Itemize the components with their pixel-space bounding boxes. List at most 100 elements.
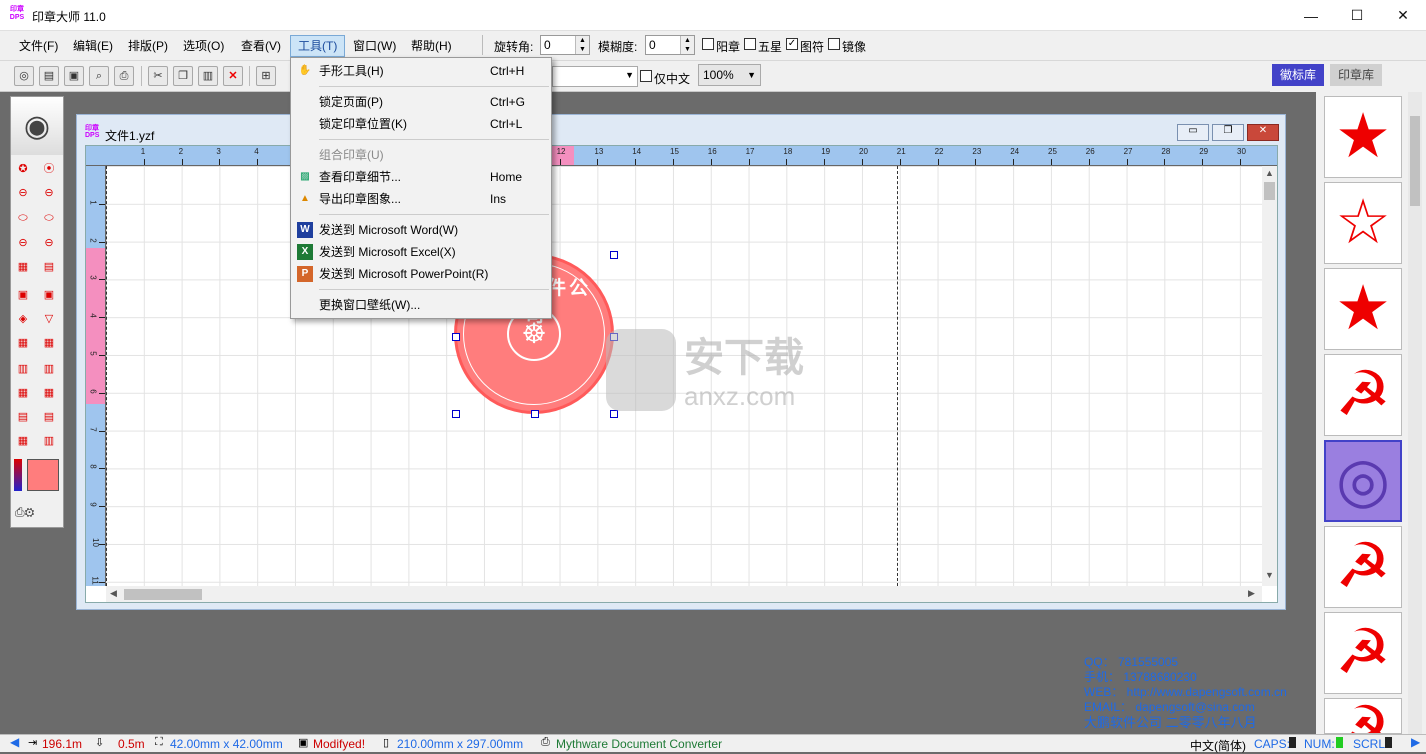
library-item[interactable]: ★ (1324, 268, 1402, 350)
spin-arrows-icon[interactable]: ▲ ▼ (575, 36, 589, 54)
menu-send-powerpoint[interactable]: P 发送到 Microsoft PowerPoint(R) (292, 263, 550, 285)
menu-edit[interactable]: 编辑(E) (66, 35, 120, 57)
menu-send-excel[interactable]: X 发送到 Microsoft Excel(X) (292, 241, 550, 263)
emblem-checkbox[interactable]: ✓ (786, 38, 798, 50)
chevron-down-icon[interactable]: ▼ (1265, 570, 1274, 580)
delete-icon[interactable]: ✕ (223, 66, 243, 86)
tab-seal-library[interactable]: 印章库 (1330, 64, 1383, 86)
cut-icon[interactable]: ✂ (148, 66, 168, 86)
doc-minimize-button[interactable]: ▭ (1177, 124, 1209, 141)
round-bar-icon[interactable]: ⊖ (14, 183, 32, 201)
table2-icon[interactable]: ▦ (40, 333, 58, 351)
minimize-button[interactable]: — (1288, 0, 1334, 31)
round-seal-icon[interactable]: ⦿ (40, 159, 58, 177)
rotate-input[interactable]: 0 ▲ ▼ (540, 35, 590, 55)
chevron-left-icon[interactable]: ◀ (110, 588, 117, 599)
preview-icon[interactable]: ⌕ (89, 66, 109, 86)
library-item[interactable]: ☭ (1324, 612, 1402, 694)
vertical-scrollbar[interactable]: ▲ ▼ (1262, 166, 1277, 586)
menu-change-wallpaper[interactable]: 更换窗口壁纸(W)... (292, 294, 550, 316)
play-icon[interactable]: ▶ (1411, 735, 1420, 749)
menu-tools[interactable]: 工具(T) (290, 35, 346, 57)
table5-icon[interactable]: ▦ (14, 383, 32, 401)
blur-input[interactable]: 0 ▲ ▼ (645, 35, 695, 55)
table-icon[interactable]: ▦ (14, 333, 32, 351)
menu-help[interactable]: 帮助(H) (404, 35, 459, 57)
library-item[interactable]: ☭ (1324, 526, 1402, 608)
align-icon[interactable]: ⊞ (256, 66, 276, 86)
table3-icon[interactable]: ▥ (14, 359, 32, 377)
new-icon[interactable]: ◎ (14, 66, 34, 86)
menu-send-word[interactable]: W 发送到 Microsoft Word(W) (292, 219, 550, 241)
oval-icon[interactable]: ⬭ (14, 209, 32, 227)
menu-window[interactable]: 窗口(W) (346, 35, 403, 57)
spin-arrows-icon[interactable]: ▲ ▼ (680, 36, 694, 54)
library-item[interactable]: ☭ (1324, 698, 1402, 734)
horizontal-scrollbar[interactable]: ◀ ▶ (106, 586, 1262, 602)
save-icon[interactable]: ▣ (64, 66, 84, 86)
oval2-icon[interactable]: ⬭ (40, 209, 58, 227)
close-button[interactable]: ✕ (1380, 0, 1426, 31)
menu-options[interactable]: 选项(O) (176, 35, 231, 57)
round-star-icon[interactable]: ✪ (14, 159, 32, 177)
scroll-thumb[interactable] (124, 589, 202, 600)
copy-icon[interactable]: ❐ (173, 66, 193, 86)
five-star-checkbox[interactable] (744, 38, 756, 50)
square2-icon[interactable]: ▣ (40, 285, 58, 303)
cn-only-checkbox[interactable] (640, 70, 652, 82)
printer-config-icon[interactable]: ⎙⚙ (15, 505, 61, 523)
grid-icon[interactable]: ▦ (14, 257, 32, 275)
table9-icon[interactable]: ▦ (14, 431, 32, 449)
oval-bar2-icon[interactable]: ⊖ (40, 233, 58, 251)
separator (319, 139, 549, 140)
chevron-right-icon[interactable]: ▶ (1248, 588, 1255, 599)
library-item-selected[interactable]: ◎ (1324, 440, 1402, 522)
round-bar2-icon[interactable]: ⊖ (40, 183, 58, 201)
arrow-left-icon[interactable]: ◀ (10, 735, 19, 749)
scroll-thumb[interactable] (1410, 116, 1420, 206)
color-gradient[interactable] (14, 459, 22, 491)
table8-icon[interactable]: ▤ (40, 407, 58, 425)
zoom-select[interactable]: 100% ▼ (698, 64, 761, 86)
maximize-button[interactable]: ☐ (1334, 0, 1380, 31)
contact-web: WEB： http://www.dapengsoft.com.cn (1084, 685, 1287, 699)
scroll-thumb[interactable] (1264, 182, 1275, 200)
selection-handle[interactable] (531, 410, 539, 418)
table7-icon[interactable]: ▤ (14, 407, 32, 425)
triangle-icon[interactable]: ▽ (40, 309, 58, 327)
menu-hand-tool[interactable]: ✋ 手形工具(H) Ctrl+H (292, 60, 550, 82)
doc-restore-button[interactable]: ❐ (1212, 124, 1244, 141)
print-icon[interactable]: ⎙ (114, 66, 134, 86)
font-select[interactable]: ▼ (552, 66, 638, 87)
menu-file[interactable]: 文件(F) (12, 35, 65, 57)
menu-export-image[interactable]: ▲ 导出印章图象... Ins (292, 188, 550, 210)
selection-handle[interactable] (452, 333, 460, 341)
eye-icon[interactable]: ◉ (11, 97, 63, 155)
menu-lock-page[interactable]: 锁定页面(P) Ctrl+G (292, 91, 550, 113)
oval-bar-icon[interactable]: ⊖ (14, 233, 32, 251)
library-scrollbar[interactable] (1408, 92, 1422, 734)
table6-icon[interactable]: ▦ (40, 383, 58, 401)
seal-color-swatch[interactable] (27, 459, 59, 491)
table10-icon[interactable]: ▥ (40, 431, 58, 449)
menu-layout[interactable]: 排版(P) (121, 35, 175, 57)
menu-view-details[interactable]: ▨ 查看印章细节... Home (292, 166, 550, 188)
chevron-up-icon[interactable]: ▲ (1265, 168, 1274, 178)
grid2-icon[interactable]: ▤ (40, 257, 58, 275)
table4-icon[interactable]: ▥ (40, 359, 58, 377)
library-item[interactable]: ☭ (1324, 354, 1402, 436)
library-item[interactable]: ☆ (1324, 182, 1402, 264)
mirror-checkbox[interactable] (828, 38, 840, 50)
paste-icon[interactable]: ▥ (198, 66, 218, 86)
square-icon[interactable]: ▣ (14, 285, 32, 303)
library-item[interactable]: ★ (1324, 96, 1402, 178)
selection-handle[interactable] (610, 251, 618, 259)
yang-checkbox[interactable] (702, 38, 714, 50)
tab-emblem-library[interactable]: 徽标库 (1272, 64, 1325, 86)
selection-handle[interactable] (452, 410, 460, 418)
open-icon[interactable]: ▤ (39, 66, 59, 86)
menu-lock-seal[interactable]: 锁定印章位置(K) Ctrl+L (292, 113, 550, 135)
diamond-icon[interactable]: ◈ (14, 309, 32, 327)
doc-close-button[interactable]: ✕ (1247, 124, 1279, 141)
menu-view[interactable]: 查看(V) (234, 35, 288, 57)
